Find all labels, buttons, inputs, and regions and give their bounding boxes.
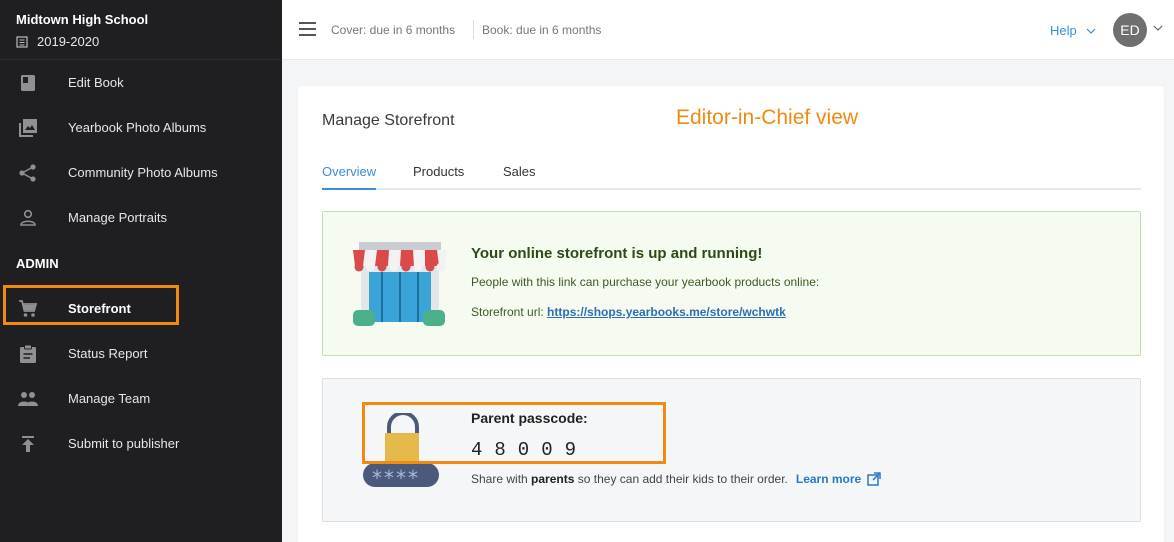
sidebar-item-label: Manage Portraits: [68, 210, 167, 225]
share-suffix: so they can add their kids to their orde…: [577, 472, 788, 486]
tab-products[interactable]: Products: [413, 164, 464, 179]
sidebar: Midtown High School 2019-2020 Edit Book …: [0, 0, 282, 542]
upload-icon: [17, 433, 39, 455]
chevron-down-icon: [1086, 28, 1096, 34]
storefront-icon: [353, 242, 447, 326]
storefront-status-panel: Your online storefront is up and running…: [322, 211, 1141, 356]
storefront-highlight-box: [3, 285, 179, 325]
sidebar-item-label: Yearbook Photo Albums: [68, 120, 207, 135]
tab-overview[interactable]: Overview: [322, 164, 376, 179]
school-year[interactable]: 2019-2020: [16, 34, 99, 49]
view-annotation: Editor-in-Chief view: [676, 106, 859, 129]
cover-due-status: Cover: due in 6 months: [331, 23, 456, 37]
share-bold: parents: [531, 472, 575, 486]
admin-heading: ADMIN: [16, 256, 59, 271]
sidebar-item-community-photo-albums[interactable]: Community Photo Albums: [0, 150, 282, 195]
masked-passcode: ****: [372, 466, 420, 490]
divider: [473, 20, 474, 39]
help-menu[interactable]: Help: [1050, 23, 1096, 38]
storefront-url-link[interactable]: https://shops.yearbooks.me/store/wchwtk: [547, 305, 786, 319]
sidebar-item-yearbook-photo-albums[interactable]: Yearbook Photo Albums: [0, 105, 282, 150]
passcode-highlight-box: [362, 402, 666, 464]
tab-bar: Overview Products Sales: [322, 158, 1141, 190]
clipboard-icon: [17, 343, 39, 365]
sidebar-item-label: Community Photo Albums: [68, 165, 218, 180]
book-due-status: Book: due in 6 months: [482, 23, 602, 37]
school-year-label: 2019-2020: [37, 34, 100, 49]
sidebar-item-label: Edit Book: [68, 75, 124, 90]
sidebar-item-edit-book[interactable]: Edit Book: [0, 60, 282, 105]
sidebar-item-submit-to-publisher[interactable]: Submit to publisher: [0, 421, 282, 466]
team-icon: [17, 388, 39, 410]
school-header: Midtown High School 2019-2020: [0, 0, 282, 60]
active-tab-indicator: [322, 188, 376, 190]
photo-album-icon: [17, 117, 39, 139]
top-bar: Cover: due in 6 months Book: due in 6 mo…: [282, 0, 1174, 60]
page-title: Manage Storefront: [322, 112, 455, 129]
learn-more-link[interactable]: Learn more: [796, 472, 861, 486]
tab-sales[interactable]: Sales: [503, 164, 536, 179]
storefront-url-label: Storefront url:: [471, 305, 544, 319]
sidebar-item-label: Manage Team: [68, 391, 151, 406]
storefront-status-heading: Your online storefront is up and running…: [471, 245, 763, 262]
avatar[interactable]: ED: [1113, 13, 1147, 47]
calendar-icon: [16, 35, 28, 48]
share-prefix: Share with: [471, 472, 528, 486]
sidebar-item-status-report[interactable]: Status Report: [0, 331, 282, 376]
storefront-description: People with this link can purchase your …: [471, 275, 820, 289]
external-link-icon[interactable]: [867, 472, 881, 486]
sidebar-item-label: Submit to publisher: [68, 436, 180, 451]
passcode-share-text: Share with parents so they can add their…: [471, 472, 881, 486]
storefront-url-row: Storefront url: https://shops.yearbooks.…: [471, 305, 786, 319]
school-name: Midtown High School: [16, 12, 149, 27]
sidebar-item-manage-portraits[interactable]: Manage Portraits: [0, 195, 282, 240]
menu-icon[interactable]: [299, 22, 316, 36]
book-icon: [17, 72, 39, 94]
share-icon: [17, 162, 39, 184]
person-icon: [17, 207, 39, 229]
sidebar-item-manage-team[interactable]: Manage Team: [0, 376, 282, 421]
sidebar-item-label: Status Report: [68, 346, 148, 361]
storefront-card: Manage Storefront Editor-in-Chief view O…: [298, 86, 1164, 542]
chevron-down-icon[interactable]: [1153, 25, 1163, 31]
help-label: Help: [1050, 23, 1077, 38]
